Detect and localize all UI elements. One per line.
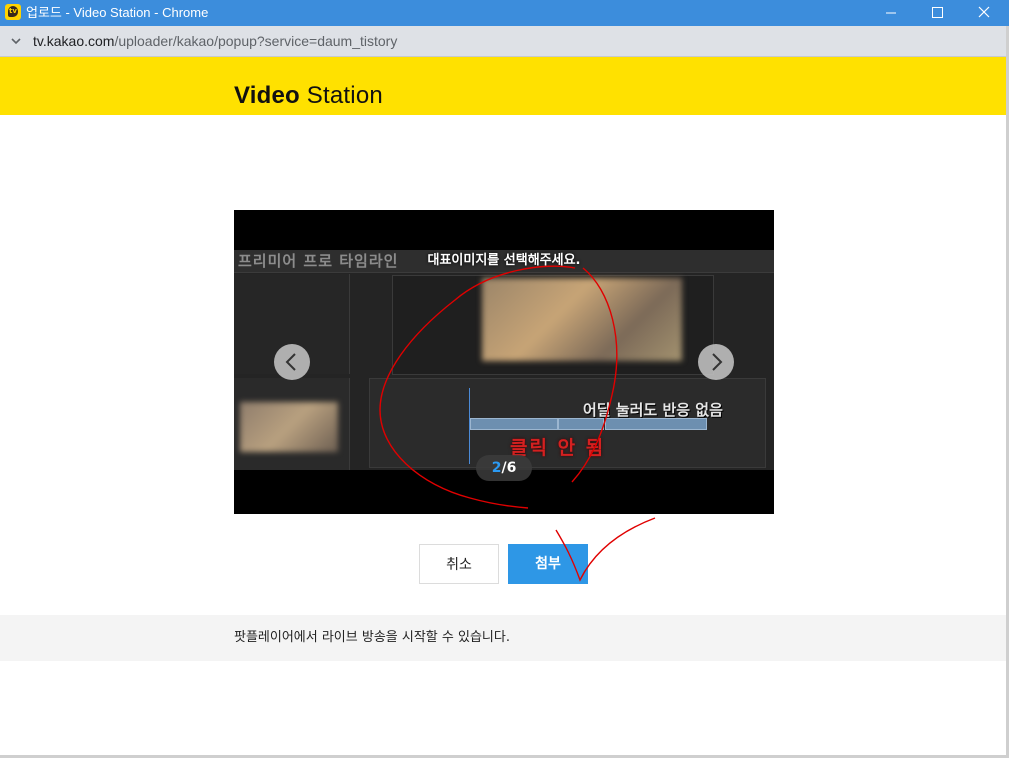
chevron-right-icon	[712, 353, 723, 371]
maximize-button[interactable]	[914, 0, 960, 26]
url-text[interactable]: tv.kakao.com/uploader/kakao/popup?servic…	[33, 26, 397, 56]
brand-light: Station	[299, 82, 383, 109]
address-bar[interactable]: tv.kakao.com/uploader/kakao/popup?servic…	[0, 26, 1009, 57]
chevron-down-icon[interactable]	[10, 35, 22, 47]
cancel-button[interactable]: 취소	[419, 544, 499, 584]
page-current: 2	[491, 460, 502, 476]
brand-logo: Video Station	[234, 82, 383, 110]
minimize-icon	[886, 12, 896, 14]
kakaotv-icon: tv	[5, 4, 21, 20]
attach-button[interactable]: 첨부	[508, 544, 588, 584]
chevron-left-icon	[285, 353, 296, 371]
minimize-button[interactable]	[868, 0, 914, 26]
prev-thumbnail-button[interactable]	[274, 344, 310, 380]
thumbnail-preview[interactable]: 프리미어 프로 타임라인 대표이미지를 선택해주세요. 어딜 눌러도 반응 없음…	[234, 210, 774, 514]
page-total: 6	[506, 460, 517, 476]
select-thumbnail-hint: 대표이미지를 선택해주세요.	[427, 253, 581, 268]
blurred-thumbnail-region	[240, 402, 338, 452]
window-titlebar: tv 업로드 - Video Station - Chrome	[0, 0, 1009, 26]
url-path: /uploader/kakao/popup?service=daum_tisto…	[114, 33, 398, 49]
close-icon	[978, 6, 990, 18]
page-header: Video Station	[0, 57, 1009, 115]
overlay-caption: 어딜 눌러도 반응 없음	[583, 401, 723, 419]
url-host: tv.kakao.com	[33, 33, 115, 49]
brand-bold: Video	[234, 82, 300, 109]
close-button[interactable]	[960, 0, 1006, 26]
window-title: 업로드 - Video Station - Chrome	[26, 5, 209, 20]
notice-text: 팟플레이어에서 라이브 방송을 시작할 수 있습니다.	[234, 630, 510, 645]
preview-frame-image	[234, 250, 774, 470]
blurred-video-region	[482, 278, 682, 361]
notice-bar: 팟플레이어에서 라이브 방송을 시작할 수 있습니다.	[0, 615, 1009, 661]
maximize-icon	[932, 7, 943, 18]
next-thumbnail-button[interactable]	[698, 344, 734, 380]
page-indicator: 2/6	[476, 455, 532, 481]
